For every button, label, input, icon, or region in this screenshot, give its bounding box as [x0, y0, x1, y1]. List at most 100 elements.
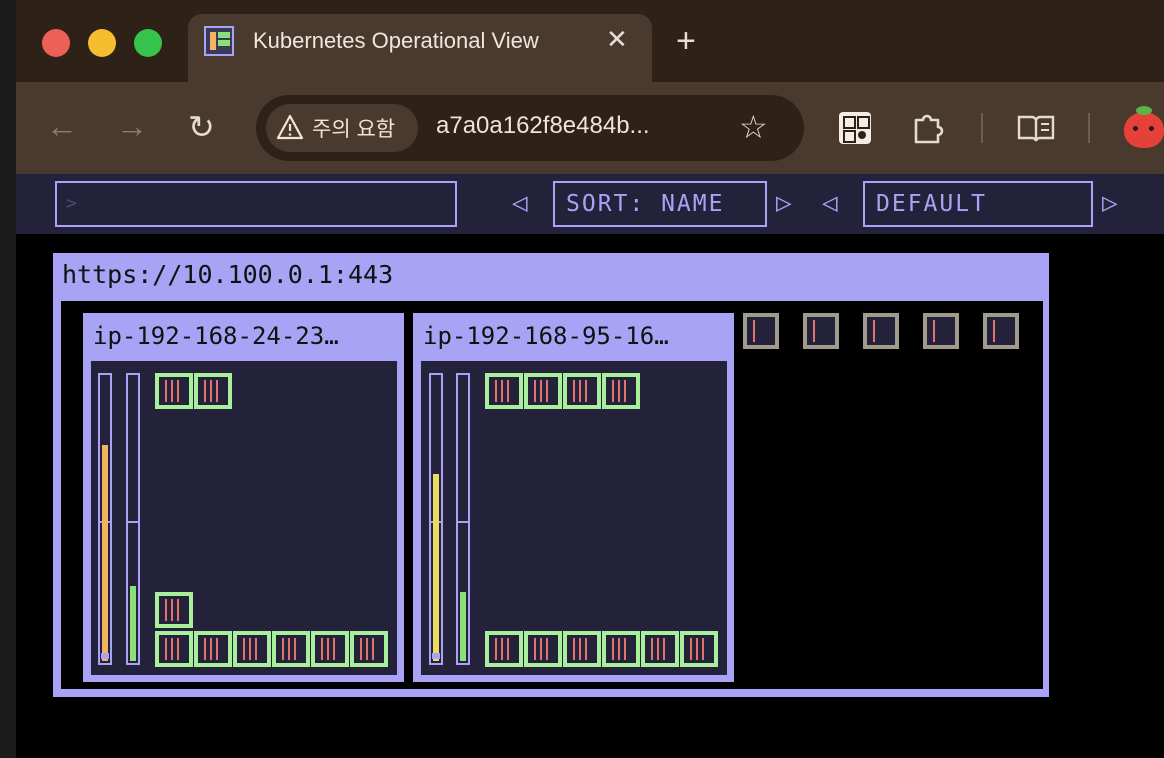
pod[interactable]	[311, 631, 349, 667]
pod-mem-bar	[171, 380, 173, 402]
pod-bar	[663, 638, 665, 660]
pod-bar	[624, 638, 626, 660]
pod-cpu-bar	[612, 380, 614, 402]
security-warning-label: 주의 요함	[312, 118, 396, 141]
pod[interactable]	[194, 631, 232, 667]
theme-prev-button[interactable]: ◁	[822, 188, 840, 218]
pod-bar	[585, 638, 587, 660]
pod[interactable]	[233, 631, 271, 667]
bookmark-star-icon[interactable]: ☆	[739, 108, 768, 146]
filter-prompt: >	[66, 193, 77, 214]
unassigned-pod[interactable]	[983, 313, 1019, 349]
cluster-api-server-label: https://10.100.0.1:443	[62, 260, 394, 289]
node-name: ip-192-168-95-16…	[423, 322, 669, 350]
pod[interactable]	[602, 373, 640, 409]
pod-bar	[177, 638, 179, 660]
window-edge	[0, 0, 16, 758]
unassigned-pod[interactable]	[743, 313, 779, 349]
extensions-icon[interactable]	[910, 110, 946, 146]
gauge-midline	[458, 521, 468, 523]
pod[interactable]	[155, 631, 193, 667]
pod[interactable]	[155, 373, 193, 409]
pod[interactable]	[602, 631, 640, 667]
pod[interactable]	[485, 373, 523, 409]
pod-mem-bar	[540, 380, 542, 402]
pod-mem-bar	[366, 638, 368, 660]
pod-cpu-bar	[204, 638, 206, 660]
memory-gauge	[126, 373, 140, 665]
unassigned-pod[interactable]	[923, 313, 959, 349]
forward-icon[interactable]: →	[116, 108, 148, 145]
pod-bar	[813, 320, 815, 342]
pod-cpu-bar	[534, 638, 536, 660]
pod[interactable]	[272, 631, 310, 667]
pod-mem-bar	[210, 638, 212, 660]
pod-bar	[702, 638, 704, 660]
theme-next-button[interactable]: ▷	[1102, 188, 1120, 218]
gauge-marker	[432, 653, 440, 659]
pod-cpu-bar	[495, 380, 497, 402]
theme-label: DEFAULT	[876, 191, 987, 217]
warning-icon	[276, 114, 304, 140]
pod-mem-bar	[501, 380, 503, 402]
pod-mem-bar	[171, 638, 173, 660]
pod-mem-bar	[540, 638, 542, 660]
unassigned-pod[interactable]	[863, 313, 899, 349]
pod-mem-bar	[579, 380, 581, 402]
pod[interactable]	[680, 631, 718, 667]
pod[interactable]	[524, 373, 562, 409]
tab-title: Kubernetes Operational View	[253, 28, 539, 53]
gauge-fill	[433, 474, 439, 661]
unassigned-pod[interactable]	[803, 313, 839, 349]
tab-close-icon[interactable]: ✕	[606, 24, 628, 55]
gauge-midline	[128, 521, 138, 523]
pod-mem-bar	[657, 638, 659, 660]
pod[interactable]	[641, 631, 679, 667]
sort-prev-button[interactable]: ◁	[512, 188, 530, 218]
gauge-fill	[130, 586, 136, 661]
pod[interactable]	[563, 631, 601, 667]
pod-mem-bar	[618, 380, 620, 402]
pod-cpu-bar	[573, 638, 575, 660]
pod-bar	[333, 638, 335, 660]
qr-code-icon[interactable]	[839, 112, 871, 144]
pod-mem-bar	[288, 638, 290, 660]
pod-mem-bar	[579, 638, 581, 660]
node-name: ip-192-168-24-23…	[93, 322, 339, 350]
minimize-window-button[interactable]	[88, 29, 116, 57]
new-tab-button[interactable]: +	[676, 22, 696, 61]
pod-bar	[585, 380, 587, 402]
pod-bar	[177, 599, 179, 621]
url-text[interactable]: a7a0a162f8e484b...	[436, 112, 650, 140]
pod-cpu-bar	[165, 638, 167, 660]
toolbar-separator	[1088, 113, 1090, 143]
pod-mem-bar	[327, 638, 329, 660]
profile-avatar[interactable]	[1124, 106, 1164, 148]
pod-cpu-bar	[690, 638, 692, 660]
cpu-gauge	[98, 373, 112, 665]
pod[interactable]	[350, 631, 388, 667]
toolbar-separator	[981, 113, 983, 143]
reload-icon[interactable]: ↻	[188, 108, 215, 146]
pod-bar	[507, 380, 509, 402]
pod[interactable]	[194, 373, 232, 409]
close-window-button[interactable]	[42, 29, 70, 57]
sort-next-button[interactable]: ▷	[776, 188, 794, 218]
pod-cpu-bar	[360, 638, 362, 660]
cpu-gauge	[429, 373, 443, 665]
reading-list-icon[interactable]	[1016, 112, 1056, 144]
pod-cpu-bar	[534, 380, 536, 402]
pod-bar	[294, 638, 296, 660]
pod[interactable]	[563, 373, 601, 409]
pod-mem-bar	[171, 599, 173, 621]
pod[interactable]	[524, 631, 562, 667]
pod-bar	[255, 638, 257, 660]
back-icon[interactable]: ←	[46, 108, 78, 145]
pod[interactable]	[155, 592, 193, 628]
filter-input[interactable]	[55, 181, 457, 227]
maximize-window-button[interactable]	[134, 29, 162, 57]
pod[interactable]	[485, 631, 523, 667]
pod-bar	[546, 380, 548, 402]
pod-bar	[507, 638, 509, 660]
pod-cpu-bar	[495, 638, 497, 660]
